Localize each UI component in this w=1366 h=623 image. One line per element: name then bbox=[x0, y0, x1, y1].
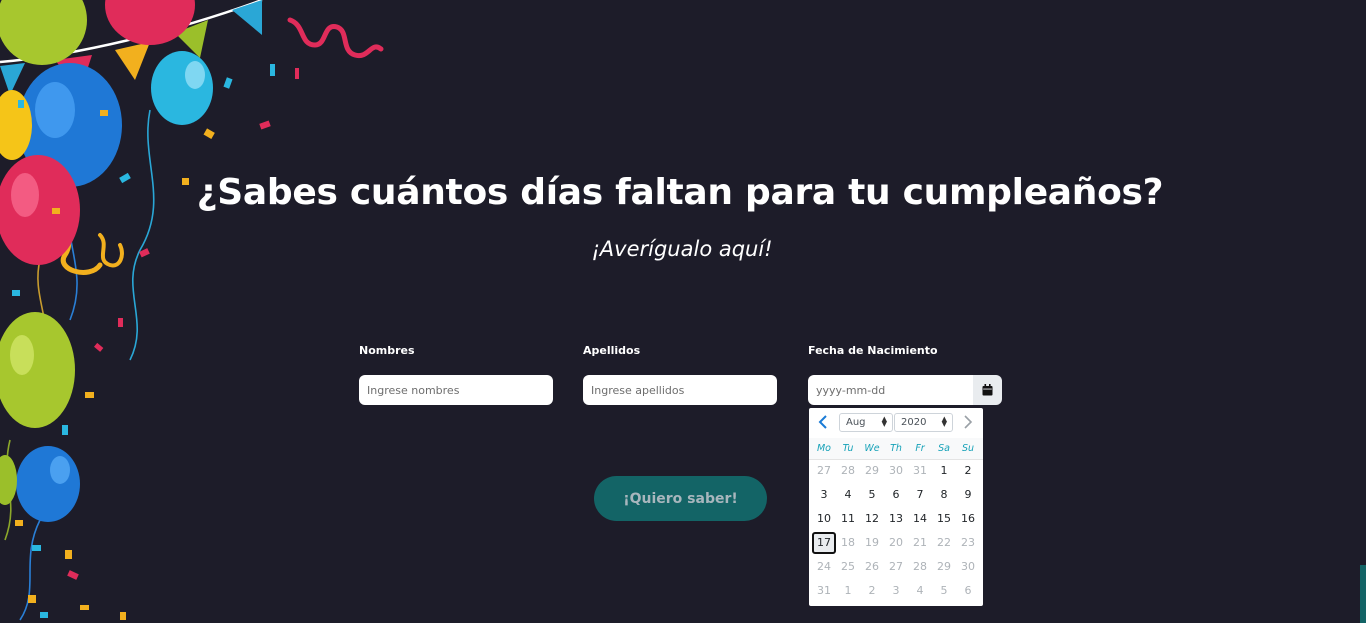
last-name-label: Apellidos bbox=[583, 344, 641, 357]
calendar-day[interactable]: 20 bbox=[884, 532, 908, 554]
next-month-button[interactable] bbox=[960, 414, 976, 430]
calendar-day[interactable]: 7 bbox=[908, 484, 932, 506]
calendar-day[interactable]: 2 bbox=[860, 580, 884, 602]
scroll-indicator bbox=[1360, 565, 1366, 623]
calendar-day[interactable]: 1 bbox=[836, 580, 860, 602]
birth-date-input[interactable] bbox=[808, 375, 973, 405]
calendar-icon bbox=[982, 384, 993, 396]
calendar-day[interactable]: 24 bbox=[812, 556, 836, 578]
calendar-day[interactable]: 27 bbox=[812, 460, 836, 482]
calendar-day[interactable]: 18 bbox=[836, 532, 860, 554]
calendar-day[interactable]: 23 bbox=[956, 532, 980, 554]
year-select[interactable]: 2020 ▲ ▼ bbox=[894, 413, 953, 432]
calendar-day[interactable]: 11 bbox=[836, 508, 860, 530]
weekday-label: Fr bbox=[915, 443, 925, 454]
calendar-day[interactable]: 27 bbox=[884, 556, 908, 578]
submit-button[interactable]: ¡Quiero saber! bbox=[594, 476, 767, 521]
year-select-value: 2020 bbox=[901, 417, 927, 428]
first-name-label: Nombres bbox=[359, 344, 415, 357]
calendar-day[interactable]: 2 bbox=[956, 460, 980, 482]
weekday-label: Tu bbox=[842, 443, 854, 454]
calendar-day[interactable]: 5 bbox=[860, 484, 884, 506]
weekday-label: We bbox=[864, 443, 880, 454]
calendar-day[interactable]: 14 bbox=[908, 508, 932, 530]
calendar-button[interactable] bbox=[973, 375, 1002, 405]
calendar-day[interactable]: 25 bbox=[836, 556, 860, 578]
calendar-day[interactable]: 30 bbox=[956, 556, 980, 578]
select-caret-icon: ▲ ▼ bbox=[881, 415, 887, 428]
select-caret-icon: ▲ ▼ bbox=[941, 415, 947, 428]
last-name-input[interactable] bbox=[583, 375, 777, 405]
calendar-day[interactable]: 28 bbox=[836, 460, 860, 482]
month-select[interactable]: Aug ▲ ▼ bbox=[839, 413, 893, 432]
calendar-day[interactable]: 30 bbox=[884, 460, 908, 482]
page-subtitle: ¡Averígualo aquí! bbox=[591, 237, 773, 261]
calendar-day[interactable]: 8 bbox=[932, 484, 956, 506]
calendar-day[interactable]: 29 bbox=[932, 556, 956, 578]
calendar-day[interactable]: 13 bbox=[884, 508, 908, 530]
weekday-label: Th bbox=[890, 443, 902, 454]
calendar-day[interactable]: 12 bbox=[860, 508, 884, 530]
calendar-day[interactable]: 19 bbox=[860, 532, 884, 554]
calendar-day[interactable]: 31 bbox=[812, 580, 836, 602]
weekday-header: Mo Tu We Th Fr Sa Su bbox=[809, 438, 983, 460]
balloons-confetti-decoration bbox=[0, 0, 384, 621]
calendar-day[interactable]: 21 bbox=[908, 532, 932, 554]
calendar-day[interactable]: 29 bbox=[860, 460, 884, 482]
calendar-day[interactable]: 9 bbox=[956, 484, 980, 506]
calendar-day[interactable]: 28 bbox=[908, 556, 932, 578]
weekday-label: Su bbox=[961, 443, 975, 454]
weekday-label: Sa bbox=[938, 443, 950, 454]
calendar-day[interactable]: 4 bbox=[836, 484, 860, 506]
calendar-day[interactable]: 3 bbox=[884, 580, 908, 602]
calendar-day[interactable]: 26 bbox=[860, 556, 884, 578]
page-title: ¿Sabes cuántos días faltan para tu cumpl… bbox=[196, 172, 1164, 213]
weekday-label: Mo bbox=[816, 443, 831, 454]
birth-date-label: Fecha de Nacimiento bbox=[808, 344, 938, 357]
calendar-day-selected[interactable]: 17 bbox=[812, 532, 836, 554]
calendar-day[interactable]: 31 bbox=[908, 460, 932, 482]
calendar-day[interactable]: 15 bbox=[932, 508, 956, 530]
calendar-day[interactable]: 4 bbox=[908, 580, 932, 602]
chevron-left-icon bbox=[818, 415, 827, 429]
calendar-day[interactable]: 3 bbox=[812, 484, 836, 506]
prev-month-button[interactable] bbox=[815, 414, 831, 430]
calendar-day[interactable]: 10 bbox=[812, 508, 836, 530]
calendar-day[interactable]: 22 bbox=[932, 532, 956, 554]
chevron-right-icon bbox=[964, 415, 973, 429]
calendar-day[interactable]: 5 bbox=[932, 580, 956, 602]
datepicker-popup: Aug ▲ ▼ 2020 ▲ ▼ Mo Tu We Th Fr Sa Su 27 28… bbox=[809, 408, 983, 606]
calendar-day[interactable]: 1 bbox=[932, 460, 956, 482]
first-name-input[interactable] bbox=[359, 375, 553, 405]
calendar-day[interactable]: 6 bbox=[956, 580, 980, 602]
month-select-value: Aug bbox=[846, 417, 866, 428]
calendar-day[interactable]: 6 bbox=[884, 484, 908, 506]
calendar-day[interactable]: 16 bbox=[956, 508, 980, 530]
